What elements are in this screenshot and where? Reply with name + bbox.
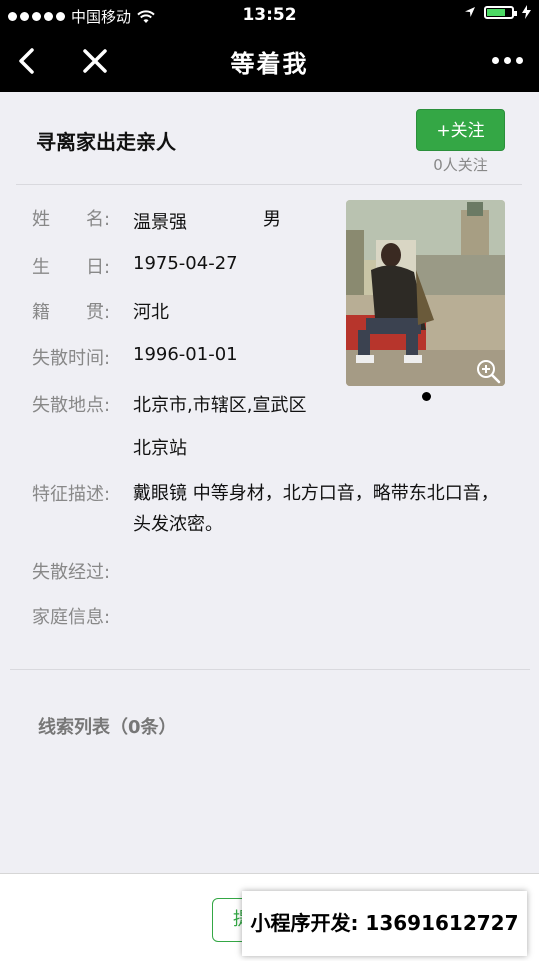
follow-button[interactable]: +关注 (416, 109, 505, 151)
promo-overlay: 小程序开发: 13691612727 (242, 891, 527, 956)
photo-page-indicator (422, 392, 431, 401)
person-photo[interactable] (346, 200, 505, 386)
divider (16, 184, 522, 185)
clues-list-title: 线索列表（0条） (38, 717, 177, 738)
native-place-value: 河北 (133, 302, 169, 323)
charging-icon (522, 5, 531, 19)
divider (10, 669, 530, 670)
process-label: 失散经过: (32, 562, 111, 583)
gender-value: 男 (263, 209, 281, 230)
features-label: 特征描述: (32, 484, 111, 505)
lost-place-value: 北京市,市辖区,宣武区 (133, 395, 307, 416)
nav-bar: 等着我 (0, 30, 539, 92)
follow-count: 0人关注 (433, 156, 488, 174)
lost-time-label: 失散时间: (32, 348, 111, 369)
case-title: 寻离家出走亲人 (36, 130, 176, 154)
zoom-in-icon[interactable] (475, 358, 501, 384)
name-label: 姓 名: (32, 209, 111, 230)
features-value: 戴眼镜 中等身材，北方口音，略带东北口音，头发浓密。 (133, 483, 499, 535)
location-arrow-icon (465, 7, 475, 17)
native-place-label: 籍 贯: (32, 302, 111, 323)
page-title: 等着我 (230, 50, 309, 78)
battery-icon (484, 5, 517, 19)
birthday-label: 生 日: (32, 257, 111, 278)
lost-place-detail: 北京站 (133, 438, 187, 459)
family-label: 家庭信息: (32, 607, 111, 628)
lost-place-label: 失散地点: (32, 395, 111, 416)
birthday-value: 1975-04-27 (133, 253, 238, 274)
lost-time-value: 1996-01-01 (133, 344, 238, 365)
status-time: 13:52 (242, 5, 297, 25)
status-bar: 中国移动 13:52 (0, 0, 539, 30)
name-value: 温景强 (133, 212, 187, 233)
more-dots-icon[interactable] (492, 57, 523, 64)
